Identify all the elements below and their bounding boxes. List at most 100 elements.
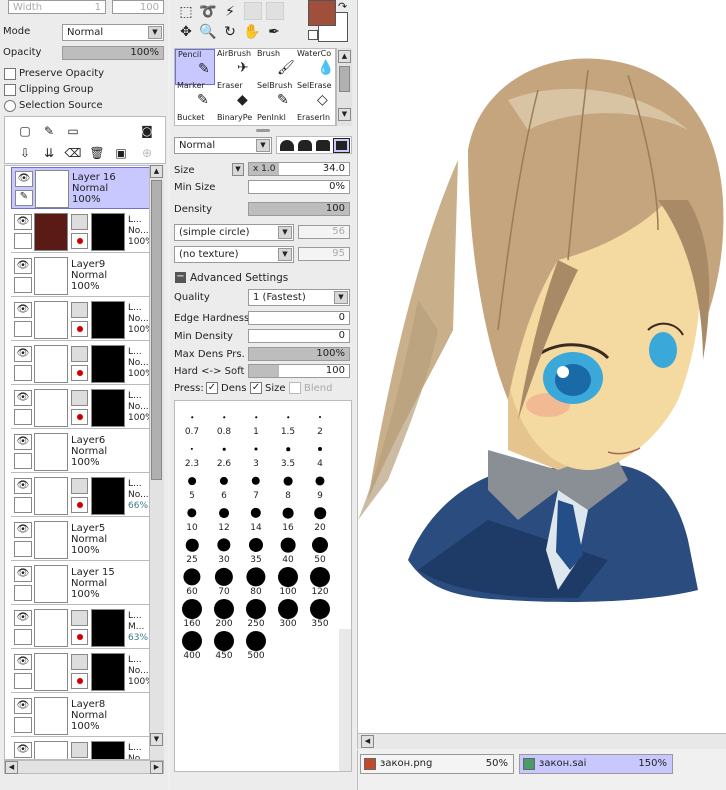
brush-size-preset[interactable]: 40 bbox=[272, 533, 304, 565]
brush-size-preset[interactable]: 30 bbox=[208, 533, 240, 565]
record-icon[interactable] bbox=[71, 409, 88, 425]
press-blend-checkbox[interactable] bbox=[289, 382, 301, 394]
shape-strength-slider[interactable]: 56 bbox=[298, 225, 350, 239]
texture-select[interactable]: (no texture) ▼ bbox=[174, 246, 294, 263]
lock-icon[interactable] bbox=[14, 233, 32, 249]
tool-marker[interactable]: Marker ✎ bbox=[175, 81, 215, 117]
eye-icon[interactable]: 👁 bbox=[14, 302, 32, 318]
eye-icon[interactable]: 👁 bbox=[14, 258, 32, 274]
size-slider[interactable]: x 1.0 34.0 bbox=[248, 162, 350, 176]
layer-row[interactable]: 👁 L...No...100% bbox=[11, 211, 149, 253]
document-tab[interactable]: закон.png 50% bbox=[360, 754, 514, 774]
record-icon[interactable] bbox=[71, 497, 88, 513]
eye-icon[interactable]: 👁 bbox=[14, 610, 32, 626]
brush-size-preset[interactable]: 9 bbox=[304, 469, 336, 501]
new-folder-icon[interactable]: ▭ bbox=[63, 121, 83, 141]
splitter-handle[interactable] bbox=[256, 129, 270, 132]
brush-size-preset[interactable]: 4 bbox=[304, 437, 336, 469]
lock-icon[interactable] bbox=[14, 673, 32, 689]
brush-grid-scrollbar[interactable]: ▲ ▼ bbox=[336, 48, 352, 126]
brush-size-preset[interactable]: 450 bbox=[208, 629, 240, 661]
lock-icon[interactable] bbox=[14, 409, 32, 425]
clear-layer-icon[interactable]: ⌫ bbox=[63, 143, 83, 163]
brush-size-preset[interactable]: 8 bbox=[272, 469, 304, 501]
lock-icon[interactable] bbox=[14, 321, 32, 337]
brush-size-preset[interactable]: 1.5 bbox=[272, 405, 304, 437]
press-dens-checkbox[interactable]: ✓ bbox=[206, 382, 218, 394]
brush-size-preset[interactable]: 2 bbox=[304, 405, 336, 437]
layer-list-scrollbar[interactable]: ▲ ▼ bbox=[149, 165, 164, 760]
scroll-down-icon[interactable]: ▼ bbox=[150, 733, 163, 746]
clipping-group-checkbox[interactable] bbox=[4, 84, 16, 96]
merge-selected-icon[interactable]: ▣ bbox=[111, 143, 131, 163]
layer-row[interactable]: 👁 L... M... 63% bbox=[11, 607, 149, 649]
record-icon[interactable] bbox=[71, 365, 88, 381]
layer-row[interactable]: 👁 L... No... bbox=[11, 739, 149, 759]
rotate-icon[interactable]: ↻ bbox=[220, 22, 240, 42]
scroll-down-icon[interactable]: ▼ bbox=[338, 108, 351, 121]
min-size-slider[interactable]: 0% bbox=[248, 180, 350, 194]
lock-icon[interactable] bbox=[14, 541, 32, 557]
brush-size-preset[interactable]: 25 bbox=[176, 533, 208, 565]
brush-size-preset[interactable]: 350 bbox=[304, 597, 336, 629]
tool-waterco[interactable]: WaterCo 💧 bbox=[295, 49, 335, 85]
layer-row[interactable]: 👁 Layer 15 Normal 100% bbox=[11, 563, 149, 605]
lock-icon[interactable] bbox=[14, 277, 32, 293]
brush-size-preset[interactable]: 60 bbox=[176, 565, 208, 597]
eye-icon[interactable]: 👁 bbox=[15, 171, 33, 187]
canvas-hscrollbar[interactable]: ◀ bbox=[357, 733, 726, 749]
max-dens-slider[interactable]: 100% bbox=[248, 347, 350, 361]
zoom-icon[interactable]: 🔍 bbox=[198, 22, 218, 42]
layer-row[interactable]: 👁 Layer9 Normal 100% bbox=[11, 255, 149, 297]
tool-brush[interactable]: Brush 🖌 bbox=[255, 49, 295, 85]
scroll-left-icon[interactable]: ◀ bbox=[361, 735, 374, 748]
brush-size-preset[interactable]: 2.6 bbox=[208, 437, 240, 469]
tool-peninkl[interactable]: PenInkl bbox=[255, 113, 295, 125]
hard-soft-slider[interactable]: 100 bbox=[248, 364, 350, 378]
density-slider[interactable]: 100 bbox=[248, 202, 350, 216]
new-linework-layer-icon[interactable]: ✎ bbox=[39, 121, 59, 141]
eye-icon[interactable]: 👁 bbox=[14, 654, 32, 670]
texture-strength-slider[interactable]: 95 bbox=[298, 247, 350, 261]
tool-bucket[interactable]: Bucket bbox=[175, 113, 215, 125]
eye-icon[interactable]: 👁 bbox=[14, 698, 32, 714]
hand-icon[interactable]: ✋ bbox=[242, 22, 262, 42]
mask-toggle-icon[interactable] bbox=[71, 654, 88, 670]
apply-mask-icon[interactable]: ⊕ bbox=[137, 143, 157, 163]
zoom-field[interactable]: 100 bbox=[112, 0, 164, 14]
brush-size-preset[interactable]: 5 bbox=[176, 469, 208, 501]
layer-row[interactable]: 👁 L...No...100% bbox=[11, 651, 149, 693]
primary-color-swatch[interactable] bbox=[308, 0, 336, 26]
tip-shape-3-icon[interactable] bbox=[316, 140, 330, 151]
lock-icon[interactable] bbox=[14, 585, 32, 601]
eye-icon[interactable]: 👁 bbox=[14, 390, 32, 406]
transfer-down-icon[interactable]: ⇩ bbox=[15, 143, 35, 163]
lock-icon[interactable] bbox=[14, 629, 32, 645]
shape-select[interactable]: (simple circle) ▼ bbox=[174, 224, 294, 241]
mask-toggle-icon[interactable] bbox=[71, 742, 88, 758]
record-icon[interactable] bbox=[71, 673, 88, 689]
press-size-checkbox[interactable]: ✓ bbox=[250, 382, 262, 394]
brush-size-preset[interactable]: 300 bbox=[272, 597, 304, 629]
canvas-area[interactable] bbox=[357, 0, 726, 733]
brush-size-preset[interactable]: 14 bbox=[240, 501, 272, 533]
brush-size-preset[interactable]: 7 bbox=[240, 469, 272, 501]
layer-row[interactable]: 👁 L...No...100% bbox=[11, 387, 149, 429]
tip-shape-1-icon[interactable] bbox=[280, 140, 294, 151]
scroll-left-icon[interactable]: ◀ bbox=[5, 761, 18, 774]
new-layer-icon[interactable]: ▢ bbox=[15, 121, 35, 141]
brush-size-preset[interactable]: 200 bbox=[208, 597, 240, 629]
lock-icon[interactable] bbox=[14, 717, 32, 733]
scroll-up-icon[interactable]: ▲ bbox=[150, 165, 163, 178]
brush-size-preset[interactable]: 100 bbox=[272, 565, 304, 597]
mask-toggle-icon[interactable] bbox=[71, 346, 88, 362]
size-mult-dropdown[interactable]: ▼ bbox=[232, 163, 244, 176]
eye-icon[interactable]: 👁 bbox=[14, 522, 32, 538]
brush-size-preset[interactable]: 50 bbox=[304, 533, 336, 565]
lasso-icon[interactable]: ➰ bbox=[198, 2, 218, 22]
layer-row[interactable]: 👁 Layer5 Normal 100% bbox=[11, 519, 149, 561]
record-icon[interactable] bbox=[71, 233, 88, 249]
layer-row[interactable]: 👁 Layer6 Normal 100% bbox=[11, 431, 149, 473]
eye-icon[interactable]: 👁 bbox=[14, 478, 32, 494]
brush-size-preset[interactable]: 35 bbox=[240, 533, 272, 565]
